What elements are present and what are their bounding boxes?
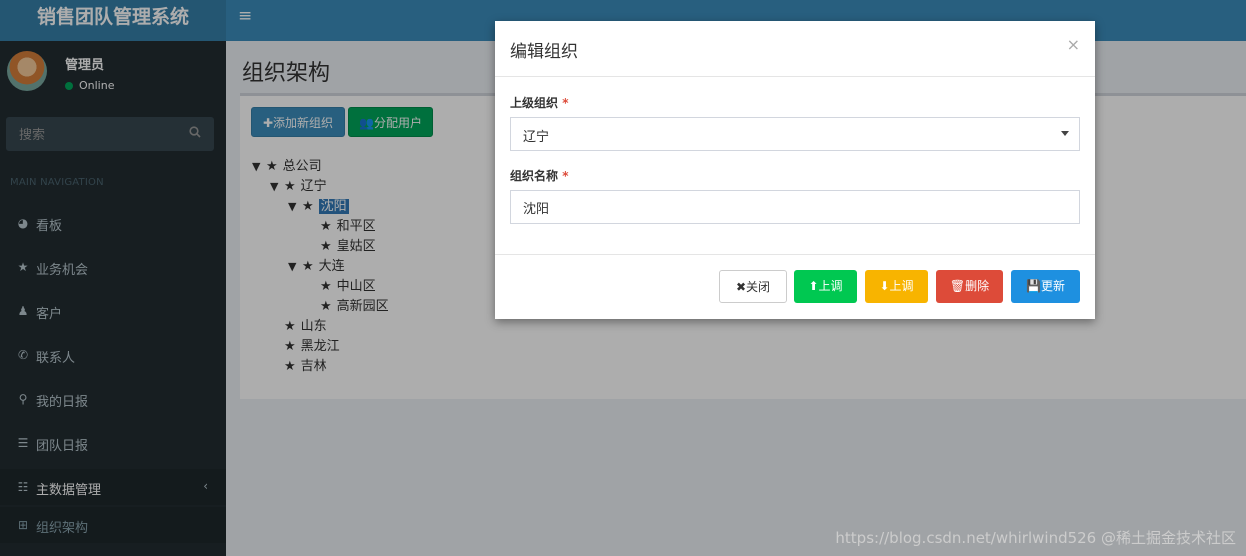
edit-org-modal: 编辑组织 × 上级组织 * 辽宁 组织名称 * ✖关闭 ⬆上调 ⬇上调 🗑删除 … bbox=[495, 21, 1095, 319]
modal-title: 编辑组织 bbox=[510, 42, 578, 62]
parent-org-label: 上级组织 * bbox=[510, 94, 568, 111]
parent-org-value: 辽宁 bbox=[523, 130, 550, 145]
parent-org-label-text: 上级组织 bbox=[510, 96, 559, 110]
org-name-label: 组织名称 * bbox=[510, 167, 568, 184]
close-icon[interactable]: × bbox=[1067, 35, 1080, 54]
move-up-button[interactable]: ⬆上调 bbox=[794, 270, 857, 303]
close-button[interactable]: ✖关闭 bbox=[719, 270, 787, 303]
divider bbox=[495, 76, 1095, 77]
org-name-label-text: 组织名称 bbox=[510, 169, 559, 183]
required-mark: * bbox=[562, 96, 569, 110]
divider bbox=[495, 254, 1095, 255]
watermark: https://blog.csdn.net/whirlwind526 @稀土掘金… bbox=[835, 529, 1236, 547]
delete-button[interactable]: 🗑删除 bbox=[936, 270, 1003, 303]
parent-org-select[interactable]: 辽宁 bbox=[510, 117, 1080, 151]
move-down-button[interactable]: ⬇上调 bbox=[865, 270, 928, 303]
required-mark: * bbox=[562, 169, 569, 183]
update-button[interactable]: 💾更新 bbox=[1011, 270, 1080, 303]
org-name-input[interactable] bbox=[510, 190, 1080, 224]
dropdown-arrow-icon bbox=[1061, 131, 1069, 136]
